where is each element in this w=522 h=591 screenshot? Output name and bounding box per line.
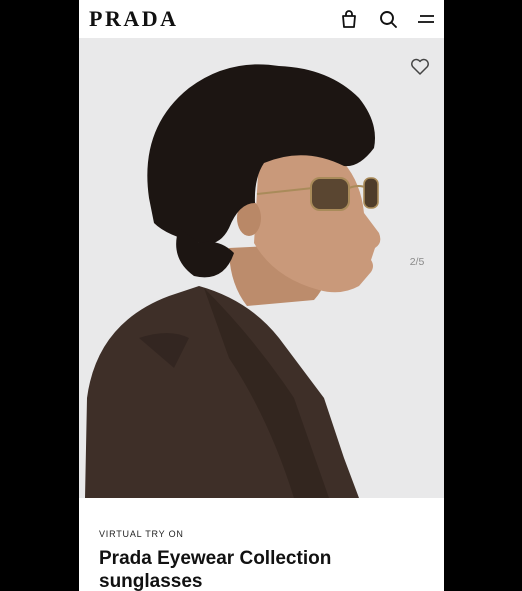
brand-logo[interactable]: PRADA xyxy=(89,6,179,32)
search-icon[interactable] xyxy=(377,8,399,30)
gallery-counter: 2/5 xyxy=(409,256,425,268)
bag-icon[interactable] xyxy=(338,8,360,30)
menu-icon[interactable] xyxy=(415,8,437,30)
phone-screen: PRADA 2/5 VIRTUAL TRY ON Prada Eyewear C… xyxy=(79,0,444,591)
top-header: PRADA xyxy=(79,0,444,38)
product-photo xyxy=(85,64,381,498)
heart-icon[interactable] xyxy=(410,58,430,76)
product-image-gallery[interactable]: 2/5 xyxy=(79,38,444,498)
product-title: Prada Eyewear Collection sunglasses xyxy=(99,548,332,591)
virtual-try-on-label[interactable]: VIRTUAL TRY ON xyxy=(99,529,184,539)
